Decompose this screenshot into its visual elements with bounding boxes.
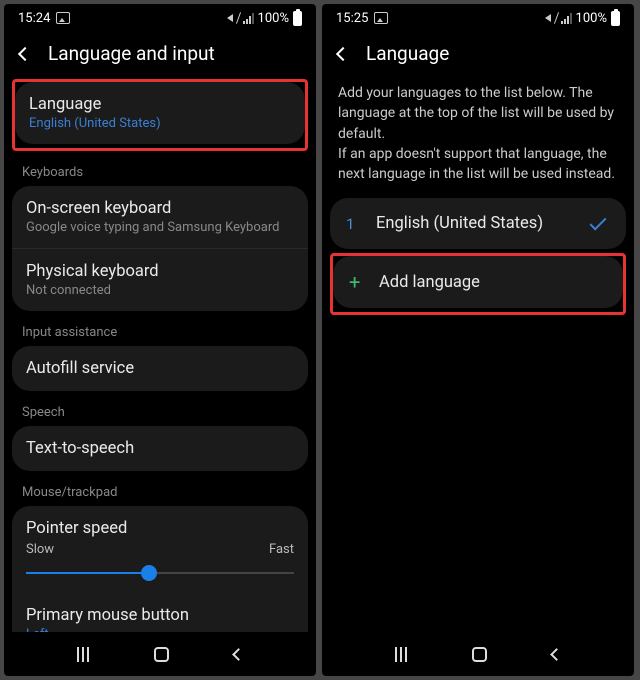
description-line: If an app doesn't support that language,… [338,146,615,182]
phone-language: 15:25 100% Language Add your languages t… [322,4,634,676]
add-language-label: Add language [379,273,607,292]
section-speech: Speech [12,395,308,426]
highlight-language-item: Language English (United States) [12,79,308,151]
pointer-speed-item[interactable]: Pointer speed [12,506,308,542]
language-index: 1 [346,215,358,233]
screenshot-icon [56,12,70,24]
language-item[interactable]: Language English (United States) [15,82,305,144]
primary-mouse-item[interactable]: Primary mouse button Left [12,593,308,632]
pointer-speed-slider[interactable] [26,559,294,587]
title-bar: Language [322,32,634,79]
item-label: Autofill service [26,359,294,378]
mute-icon [545,12,557,24]
onscreen-keyboard-item[interactable]: On-screen keyboard Google voice typing a… [12,186,308,248]
item-sublabel: Not connected [26,283,294,298]
nav-back-icon[interactable] [232,648,245,661]
check-icon [590,213,607,230]
item-sublabel: Google voice typing and Samsung Keyboard [26,220,294,235]
mute-icon [227,12,239,24]
section-input-assistance: Input assistance [12,315,308,346]
nav-home-icon[interactable] [472,647,487,662]
screenshot-icon [374,12,388,24]
nav-back-icon[interactable] [550,648,563,661]
status-time: 15:25 [336,11,368,26]
page-title: Language and input [48,42,215,65]
status-time: 15:24 [18,11,50,26]
language-row[interactable]: 1 English (United States) [330,198,626,249]
item-label: Physical keyboard [26,262,294,281]
page-title: Language [366,42,449,65]
battery-percent: 100% [576,11,607,26]
signal-icon [243,13,254,24]
nav-bar [4,632,316,676]
status-bar: 15:24 100% [4,4,316,32]
signal-icon [561,13,572,24]
highlight-add-language: + Add language [330,253,626,315]
slider-max-label: Fast [269,542,294,557]
back-icon[interactable] [336,46,350,60]
description: Add your languages to the list below. Th… [322,79,634,198]
slider-min-label: Slow [26,542,54,557]
battery-icon [611,11,620,26]
item-label: Text-to-speech [26,439,294,458]
title-bar: Language and input [4,32,316,79]
back-icon[interactable] [18,46,32,60]
nav-recent-icon[interactable] [395,647,407,662]
language-name: English (United States) [376,214,572,233]
battery-icon [293,11,302,26]
section-keyboards: Keyboards [12,155,308,186]
nav-home-icon[interactable] [154,647,169,662]
item-label: Pointer speed [26,519,294,538]
add-language-button[interactable]: + Add language [333,256,623,308]
section-mouse-trackpad: Mouse/trackpad [12,475,308,506]
nav-bar [322,632,634,676]
physical-keyboard-item[interactable]: Physical keyboard Not connected [12,248,308,311]
item-label: Language [29,95,291,114]
status-bar: 15:25 100% [322,4,634,32]
plus-icon: + [349,272,361,292]
item-label: On-screen keyboard [26,199,294,218]
nav-recent-icon[interactable] [77,647,89,662]
slider-knob[interactable] [141,565,157,581]
description-line: Add your languages to the list below. Th… [338,85,614,142]
item-label: Primary mouse button [26,606,294,625]
phone-language-and-input: 15:24 100% Language and input Language E… [4,4,316,676]
autofill-item[interactable]: Autofill service [12,346,308,391]
tts-item[interactable]: Text-to-speech [12,426,308,471]
item-sublabel: English (United States) [29,116,291,131]
battery-percent: 100% [258,11,289,26]
